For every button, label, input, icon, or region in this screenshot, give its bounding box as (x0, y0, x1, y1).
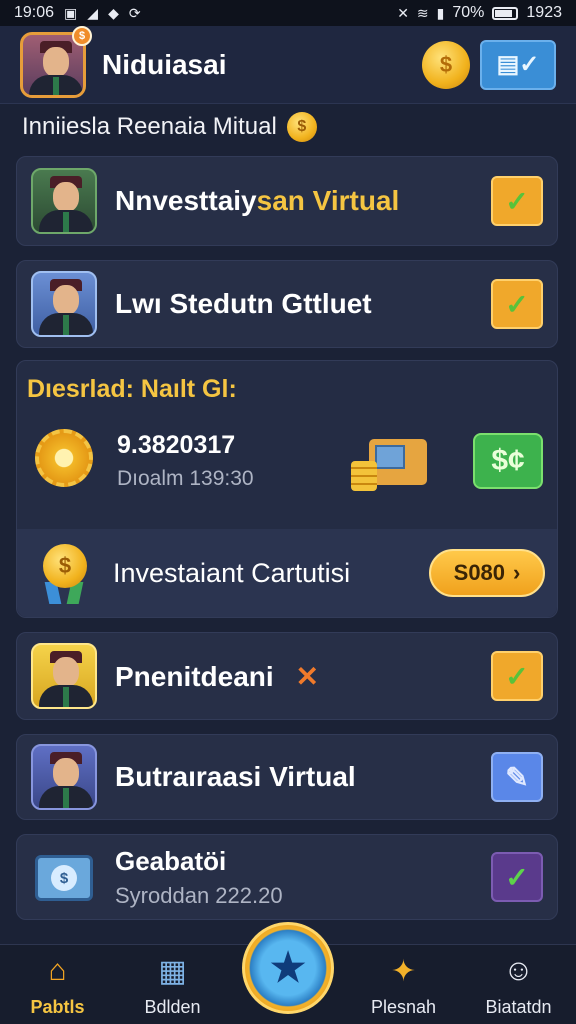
edit-button[interactable]: ✎ (491, 752, 543, 802)
portrait-icon (31, 744, 97, 810)
chart-check-icon: ▤✓ (496, 51, 540, 78)
coin-icon: $ (286, 112, 317, 142)
chart-check-button[interactable]: ▤✓ (480, 39, 556, 90)
list-item[interactable]: Pnenitdeani ✕ ✓ (16, 632, 558, 720)
list-item-label: Geabatöi (115, 845, 227, 876)
rocket-icon: ✦ (390, 954, 417, 988)
panel-title: Dıesrlad: Naılt Gl: (27, 375, 237, 403)
cell-signal-icon: ▮ (436, 4, 445, 21)
signal-icon: ◢ (87, 4, 99, 21)
app-icon: ◆ (108, 4, 119, 21)
coin-icon[interactable]: $ (422, 40, 470, 89)
status-clock: 1923 (526, 4, 562, 21)
wifi-icon: ≋ (416, 4, 429, 21)
nav-item-home[interactable]: ⌂ Pabtls (0, 945, 115, 1024)
list-item-sublabel: Syroddan 222.20 (115, 882, 283, 908)
investment-button[interactable]: S080 › (429, 549, 545, 597)
nav-label: Plesnah (370, 997, 437, 1017)
list-item-text: Geabatöi Syroddan 222.20 (115, 846, 283, 909)
list-item[interactable]: Butraıraasi Virtual ✎ (16, 734, 558, 820)
check-button[interactable]: ✓ (491, 852, 543, 902)
list-item[interactable]: $ Geabatöi Syroddan 222.20 ✓ (16, 834, 558, 920)
subtitle-text: Inniiesla Reenaia Mitual (22, 113, 277, 140)
card-investment-virtual[interactable]: Nnvesttaiysan Virtual ✓ (16, 156, 558, 246)
check-button[interactable]: ✓ (491, 176, 543, 226)
avatar-coin-badge: $ (72, 25, 92, 46)
cash-register-icon: $ (31, 849, 97, 905)
portrait-icon (31, 168, 97, 234)
nav-label: Pabtls (30, 997, 85, 1017)
status-bar: 19:06 ▣ ◢ ◆ ⟳ ✕ ≋ ▮ 70% 1923 (0, 0, 576, 26)
nav-label: Bdlden (144, 997, 201, 1017)
status-time: 19:06 (14, 4, 55, 21)
portrait-icon (31, 643, 97, 709)
gear-icon (35, 429, 93, 487)
cash-icon[interactable]: $¢ (473, 433, 543, 489)
cross-icon: ✕ (295, 660, 319, 692)
battery-icon (492, 6, 519, 20)
nav-label: Biatatdn (485, 997, 552, 1017)
investment-row[interactable]: $ Investaiant Cartutisi S080 › (17, 529, 557, 617)
star-icon: ★ (270, 946, 306, 990)
profile-avatar[interactable]: $ (20, 25, 92, 98)
list-item-label: Butraıraasi Virtual (115, 761, 356, 792)
battery-percent: 70% (452, 4, 485, 21)
dashboard-panel: Dıesrlad: Naılt Gl: 9.3820317 Dıoalm 139… (16, 360, 558, 618)
medal-coin-icon: $ (29, 540, 99, 606)
delivery-truck-icon (351, 433, 429, 493)
nav-item-rocket[interactable]: ✦ Plesnah (346, 945, 461, 1024)
chevron-right-icon: › (513, 560, 521, 585)
portrait-icon (31, 271, 97, 337)
nav-item-profile[interactable]: ☺ Biatatdn (461, 945, 576, 1024)
mute-icon: ✕ (397, 4, 409, 21)
person-icon: ☺ (503, 954, 534, 987)
list-item-label: Pnenitdeani ✕ (115, 660, 319, 692)
card-label: Lwı Stedutn Gttluet (115, 288, 372, 319)
card-label: Nnvesttaiysan Virtual (115, 185, 400, 216)
nav-item-chart[interactable]: ▦ Bdlden (115, 945, 230, 1024)
stat-value: 9.3820317 (117, 431, 236, 459)
chart-icon: ▦ (158, 954, 187, 988)
investment-label: Investaiant Cartutisi (113, 557, 351, 588)
app-title: Niduiasai (102, 48, 227, 80)
check-button[interactable]: ✓ (491, 279, 543, 329)
app-header: $ Niduiasai $ ▤✓ (0, 25, 576, 104)
check-button[interactable]: ✓ (491, 651, 543, 701)
card-student[interactable]: Lwı Stedutn Gttluet ✓ (16, 260, 558, 348)
center-action-button[interactable]: ★ (242, 922, 334, 1014)
section-subtitle: Inniiesla Reenaia Mitual $ (22, 112, 317, 142)
sync-icon: ⟳ (128, 4, 141, 21)
notification-icon: ▣ (64, 4, 78, 21)
stat-sub: Dıoalm 139:30 (117, 467, 254, 490)
home-icon: ⌂ (48, 954, 67, 987)
